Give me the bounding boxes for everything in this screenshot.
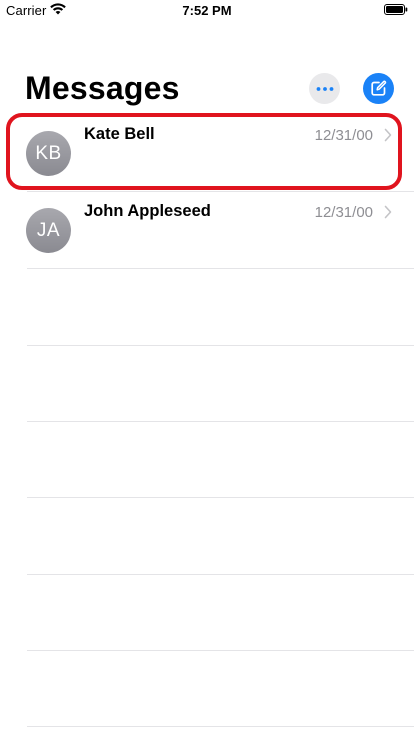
conversation-list: KB Kate Bell 12/31/00 JA John Appleseed … bbox=[0, 115, 414, 269]
avatar: KB bbox=[26, 131, 71, 176]
empty-row-divider bbox=[27, 726, 414, 727]
clock: 7:52 PM bbox=[182, 3, 232, 18]
compose-icon bbox=[371, 80, 387, 96]
message-date: 12/31/00 bbox=[314, 127, 373, 144]
conversation-row[interactable]: JA John Appleseed 12/31/00 bbox=[0, 192, 414, 269]
contact-name: John Appleseed bbox=[84, 202, 211, 220]
ellipsis-icon bbox=[316, 86, 333, 91]
status-bar: Carrier 7:52 PM bbox=[0, 0, 414, 22]
empty-row-divider bbox=[27, 650, 414, 651]
chevron-right-icon bbox=[384, 128, 392, 142]
compose-button[interactable] bbox=[363, 73, 394, 104]
row-divider bbox=[27, 268, 414, 269]
page-title: Messages bbox=[25, 70, 180, 106]
message-date: 12/31/00 bbox=[314, 204, 373, 221]
conversation-row[interactable]: KB Kate Bell 12/31/00 bbox=[0, 115, 414, 192]
empty-row-divider bbox=[27, 345, 414, 346]
chevron-right-icon bbox=[384, 205, 392, 219]
avatar: JA bbox=[26, 208, 71, 253]
empty-row-divider bbox=[27, 421, 414, 422]
empty-row-divider bbox=[27, 497, 414, 498]
contact-name: Kate Bell bbox=[84, 125, 155, 143]
battery-icon bbox=[384, 4, 408, 15]
empty-row-divider bbox=[27, 574, 414, 575]
more-options-button[interactable] bbox=[309, 73, 340, 104]
